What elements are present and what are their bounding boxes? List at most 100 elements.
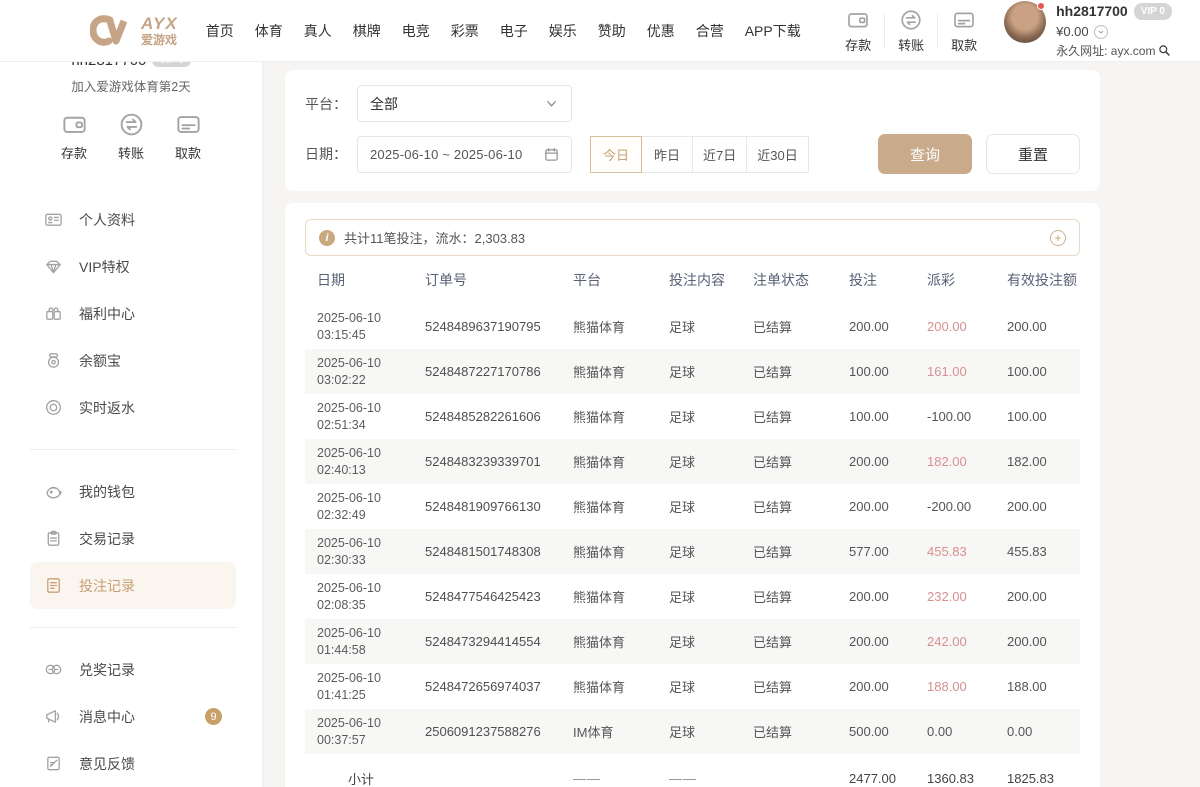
bets-icon — [44, 576, 63, 595]
range-button[interactable]: 近30日 — [746, 136, 808, 173]
cell-platform: 熊猫体育 — [563, 362, 659, 381]
search-button[interactable]: 查询 — [878, 134, 972, 174]
date-range-input[interactable]: 2025-06-10 ~ 2025-06-10 — [357, 136, 572, 173]
cell-status: 已结算 — [743, 497, 839, 516]
cell-valid-amount: 188.00 — [997, 679, 1082, 694]
cell-order-number: 5248485282261606 — [415, 409, 563, 424]
sidebar-item-message[interactable]: 消息中心9 — [30, 693, 236, 740]
nav-item[interactable]: 娱乐 — [549, 21, 577, 41]
cell-valid-amount: 200.00 — [997, 499, 1082, 514]
sidebar-item-vault[interactable]: 余额宝 — [30, 337, 236, 384]
nav-item[interactable]: 赞助 — [598, 21, 626, 41]
user-box[interactable]: hh2817700 VIP 0 ¥0.00 永久网址: ayx.com — [1004, 1, 1172, 60]
nav-item[interactable]: 彩票 — [451, 21, 479, 41]
range-button[interactable]: 今日 — [590, 136, 642, 173]
sidebar-action-withdraw[interactable]: 取款 — [175, 111, 202, 162]
cell-bet-amount: 200.00 — [839, 679, 917, 694]
cell-order-number: 5248483239339701 — [415, 454, 563, 469]
cell-bet-amount: 200.00 — [839, 319, 917, 334]
sidebar-item-bets[interactable]: 投注记录 — [30, 562, 236, 609]
sidebar-item-feedback[interactable]: 意见反馈 — [30, 740, 236, 787]
notification-dot — [1037, 2, 1045, 10]
range-button[interactable]: 近7日 — [692, 136, 747, 173]
table-row[interactable]: 2025-06-1002:51:345248485282261606熊猫体育足球… — [305, 394, 1080, 439]
main-panel: 平台： 全部 日期： 2025-06-10 ~ 2025-06-10 — [285, 70, 1100, 787]
header-action-deposit[interactable]: 存款 — [832, 8, 884, 54]
nav-item[interactable]: 真人 — [304, 21, 332, 41]
nav-item[interactable]: 棋牌 — [353, 21, 381, 41]
subtotal-platform: —— — [563, 771, 659, 786]
logo[interactable]: AYX 爱游戏 — [90, 14, 178, 48]
search-icon[interactable] — [1158, 44, 1171, 57]
cell-status: 已结算 — [743, 452, 839, 471]
sidebar-item-id-card[interactable]: 个人资料 — [30, 196, 236, 243]
header-action-transfer[interactable]: 转账 — [885, 8, 937, 54]
column-header: 有效投注额 — [997, 270, 1082, 290]
table-row[interactable]: 2025-06-1002:30:335248481501748308熊猫体育足球… — [305, 529, 1080, 574]
cell-bet-amount: 200.00 — [839, 499, 917, 514]
logo-text: AYX 爱游戏 — [141, 15, 178, 46]
nav-item[interactable]: 优惠 — [647, 21, 675, 41]
reset-button[interactable]: 重置 — [986, 134, 1080, 174]
sidebar-item-gift[interactable]: 福利中心 — [30, 290, 236, 337]
cell-date: 2025-06-1003:15:45 — [307, 310, 415, 344]
table-row[interactable]: 2025-06-1002:08:355248477546425423熊猫体育足球… — [305, 574, 1080, 619]
chevron-down-icon — [544, 96, 559, 111]
nav-item[interactable]: 电竞 — [402, 21, 430, 41]
withdraw-icon — [175, 111, 202, 138]
sidebar-item-rebate[interactable]: 实时返水 — [30, 384, 236, 431]
table-row[interactable]: 2025-06-1001:44:585248473294414554熊猫体育足球… — [305, 619, 1080, 664]
range-button[interactable]: 昨日 — [641, 136, 693, 173]
column-header: 日期 — [307, 270, 415, 290]
cell-bet-content: 足球 — [659, 497, 743, 516]
cell-date: 2025-06-1000:37:57 — [307, 715, 415, 749]
table-row[interactable]: 2025-06-1003:15:455248489637190795熊猫体育足球… — [305, 304, 1080, 349]
sidebar-item-prize[interactable]: 兑奖记录 — [30, 646, 236, 693]
nav-item[interactable]: 合营 — [696, 21, 724, 41]
cell-platform: 熊猫体育 — [563, 587, 659, 606]
platform-value: 全部 — [370, 94, 398, 114]
table-row[interactable]: 2025-06-1002:32:495248481909766130熊猫体育足球… — [305, 484, 1080, 529]
cell-date: 2025-06-1001:44:58 — [307, 625, 415, 659]
divider — [30, 449, 236, 450]
cell-payout: 232.00 — [917, 589, 997, 604]
table-row[interactable]: 2025-06-1000:37:572506091237588276IM体育足球… — [305, 709, 1080, 754]
cell-payout: 182.00 — [917, 454, 997, 469]
cell-valid-amount: 200.00 — [997, 634, 1082, 649]
platform-select[interactable]: 全部 — [357, 85, 572, 122]
circle-plus-icon[interactable]: + — [1050, 230, 1066, 246]
sidebar-action-transfer[interactable]: 转账 — [118, 111, 145, 162]
quick-range-group: 今日昨日近7日近30日 — [590, 136, 809, 173]
calendar-icon — [544, 147, 559, 162]
prize-icon — [44, 660, 63, 679]
sidebar-item-transactions[interactable]: 交易记录 — [30, 515, 236, 562]
wallet-icon — [44, 482, 63, 501]
cell-order-number: 5248481909766130 — [415, 499, 563, 514]
balance-dropdown-icon[interactable] — [1094, 25, 1108, 39]
cell-payout: -200.00 — [917, 499, 997, 514]
table-card: i 共计11笔投注，流水：2,303.83 + 日期订单号平台投注内容注单状态投… — [285, 203, 1100, 787]
nav-item[interactable]: 首页 — [206, 21, 234, 41]
nav-item[interactable]: APP下载 — [745, 21, 801, 41]
sidebar-item-vip[interactable]: VIP特权 — [30, 243, 236, 290]
divider — [30, 627, 236, 628]
nav-item[interactable]: 体育 — [255, 21, 283, 41]
cell-status: 已结算 — [743, 722, 839, 741]
cell-valid-amount: 455.83 — [997, 544, 1082, 559]
table-row[interactable]: 2025-06-1001:41:255248472656974037熊猫体育足球… — [305, 664, 1080, 709]
column-header: 订单号 — [415, 270, 563, 290]
nav-item[interactable]: 电子 — [500, 21, 528, 41]
table-row[interactable]: 2025-06-1002:40:135248483239339701熊猫体育足球… — [305, 439, 1080, 484]
avatar[interactable] — [1004, 1, 1046, 43]
vip-badge: VIP 0 — [1134, 3, 1172, 20]
withdraw-icon — [952, 8, 976, 32]
sidebar-item-wallet[interactable]: 我的钱包 — [30, 468, 236, 515]
table-footer-row: 小计 —— —— 2477.00 1360.83 1825.83 — [305, 754, 1080, 787]
cell-order-number: 5248473294414554 — [415, 634, 563, 649]
header-action-withdraw[interactable]: 取款 — [938, 8, 990, 54]
cell-valid-amount: 200.00 — [997, 319, 1082, 334]
cell-order-number: 5248489637190795 — [415, 319, 563, 334]
cell-payout: -100.00 — [917, 409, 997, 424]
sidebar-action-deposit[interactable]: 存款 — [61, 111, 88, 162]
table-row[interactable]: 2025-06-1003:02:225248487227170786熊猫体育足球… — [305, 349, 1080, 394]
